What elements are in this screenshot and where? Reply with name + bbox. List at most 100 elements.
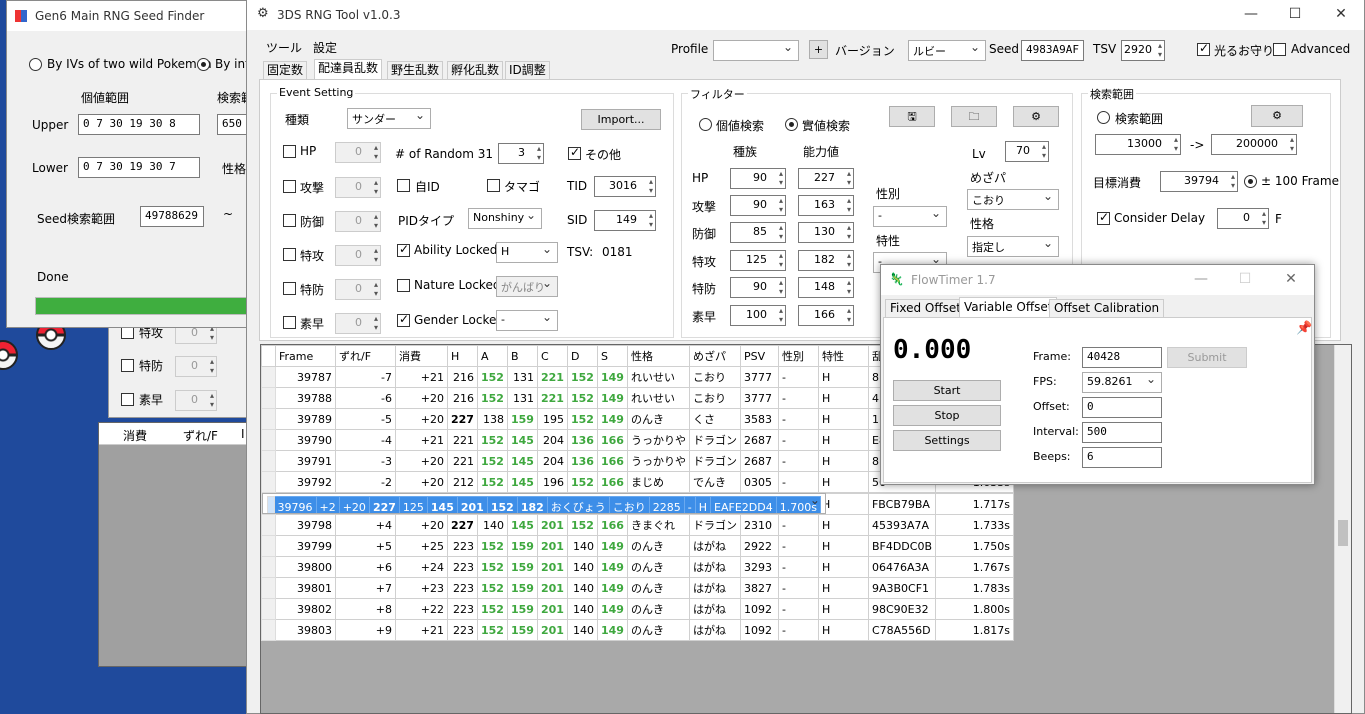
event-stat-checkbox[interactable] — [283, 282, 296, 295]
interval-input[interactable]: 500 — [1082, 422, 1162, 443]
tid-input[interactable]: 3016 — [594, 176, 656, 197]
table-row[interactable]: 39803 +9 +21 223 152 159 201 140 149 のんき はがね 1092- H… — [261, 619, 1015, 641]
event-stat-checkbox[interactable] — [283, 316, 296, 329]
nature-locked-checkbox[interactable] — [397, 279, 410, 292]
column-header[interactable]: 消費 — [395, 345, 448, 367]
table-row[interactable]: 39798 +4 +20 227 140 145 201 152 166 きまぐれ ドラゴン 2310… — [261, 514, 1015, 536]
event-stat-value[interactable]: 0 — [335, 313, 381, 334]
event-stat-value[interactable]: 0 — [335, 245, 381, 266]
pid-type-select[interactable]: Nonshiny — [468, 208, 542, 229]
tab-stationary[interactable]: 固定数 — [263, 61, 308, 80]
radio-plusminus[interactable] — [1244, 175, 1257, 188]
consider-delay-checkbox[interactable] — [1097, 210, 1110, 225]
ability-select[interactable]: H — [496, 242, 558, 263]
other-checkbox[interactable] — [568, 145, 581, 160]
checkbox-spdef[interactable] — [121, 359, 134, 372]
lv-input[interactable]: 70 — [1005, 141, 1049, 162]
flowtimer-tab-variable[interactable]: Variable Offset — [959, 297, 1058, 318]
event-stat-value[interactable]: 0 — [335, 177, 381, 198]
stop-button[interactable]: Stop — [893, 405, 1001, 426]
target-input[interactable]: 39794 — [1160, 171, 1238, 192]
search-settings-gear-icon[interactable]: ⚙ — [1251, 105, 1303, 127]
event-stat-value[interactable]: 0 — [335, 279, 381, 300]
column-header[interactable]: Frame — [275, 345, 336, 367]
start-button[interactable]: Start — [893, 380, 1001, 401]
advanced-checkbox[interactable] — [1273, 43, 1286, 56]
seed-range-input[interactable]: 49788629 — [140, 206, 204, 227]
filter-species-input[interactable]: 125 — [730, 250, 786, 271]
nature-select[interactable]: がんばり — [496, 276, 558, 297]
add-profile-button[interactable]: + — [809, 40, 828, 59]
sid-input[interactable]: 149 — [594, 210, 656, 231]
event-stat-value[interactable]: 0 — [335, 211, 381, 232]
radio-by-info[interactable] — [197, 58, 210, 71]
radio-iv-search[interactable] — [699, 118, 712, 131]
filter-species-input[interactable]: 90 — [730, 168, 786, 189]
gender-select[interactable]: - — [496, 310, 558, 331]
flowtimer-close-button[interactable]: ✕ — [1268, 265, 1314, 295]
flowtimer-tab-fixed[interactable]: Fixed Offset — [885, 299, 966, 318]
egg-checkbox[interactable] — [487, 179, 500, 192]
column-header[interactable]: A — [476, 345, 508, 367]
table-row[interactable]: 39796 +2 +20 227 125 145 201 152 182 おくびょう こおり 2285… — [261, 493, 826, 514]
vertical-scrollbar[interactable] — [1334, 345, 1351, 713]
tab-id[interactable]: ID調整 — [505, 61, 550, 80]
bg-spdef-value[interactable]: 0 — [175, 356, 217, 377]
table-row[interactable]: 39800 +6 +24 223 152 159 201 140 149 のんき はがね 3293- H… — [261, 556, 1015, 578]
profile-select[interactable] — [713, 40, 799, 61]
column-header[interactable]: D — [566, 345, 598, 367]
filter-species-input[interactable]: 85 — [730, 222, 786, 243]
fps-select[interactable]: 59.8261 — [1082, 372, 1162, 393]
offset-input[interactable]: 0 — [1082, 397, 1162, 418]
lower-iv-input[interactable]: 0 7 30 19 30 7 — [78, 157, 200, 178]
save-icon[interactable]: 🖫 — [889, 106, 935, 127]
nature-filter-select[interactable]: 指定し — [967, 236, 1059, 257]
filter-species-input[interactable]: 90 — [730, 195, 786, 216]
range-from-input[interactable]: 13000 — [1095, 134, 1181, 155]
table-row[interactable]: 39801 +7 +23 223 152 159 201 140 149 のんき はがね 3827- H… — [261, 577, 1015, 599]
filter-settings-gear-icon[interactable]: ⚙ — [1013, 106, 1059, 127]
filter-stat-input[interactable]: 227 — [798, 168, 854, 189]
column-header[interactable]: S — [596, 345, 628, 367]
filter-stat-input[interactable]: 130 — [798, 222, 854, 243]
frame-input[interactable]: 40428 — [1082, 347, 1162, 368]
filter-stat-input[interactable]: 166 — [798, 305, 854, 326]
event-stat-checkbox[interactable] — [283, 145, 296, 158]
column-header[interactable]: B — [506, 345, 538, 367]
gender-filter-select[interactable]: - — [873, 206, 947, 227]
minimize-button[interactable]: — — [1228, 0, 1274, 30]
hidden-power-select[interactable]: こおり — [967, 189, 1059, 210]
event-stat-checkbox[interactable] — [283, 214, 296, 227]
import-button[interactable]: Import... — [581, 109, 661, 130]
self-id-checkbox[interactable] — [397, 179, 410, 192]
flowtimer-minimize-button[interactable]: — — [1178, 265, 1224, 295]
checkbox-speed[interactable] — [121, 393, 134, 406]
tsv-input[interactable]: 2920 — [1121, 40, 1165, 61]
column-header[interactable]: H — [447, 345, 478, 367]
column-header[interactable]: 特性 — [817, 345, 869, 367]
seed-input[interactable]: 4983A9AF — [1021, 40, 1084, 61]
table-row[interactable]: 39799 +5 +25 223 152 159 201 140 149 のんき はがね 2922- H… — [261, 535, 1015, 557]
beeps-input[interactable]: 6 — [1082, 447, 1162, 468]
filter-stat-input[interactable]: 163 — [798, 195, 854, 216]
menu-tools[interactable]: ツール — [266, 39, 302, 56]
flowtimer-tab-calibration[interactable]: Offset Calibration — [1049, 299, 1165, 318]
close-button[interactable]: ✕ — [1318, 0, 1364, 30]
pin-icon[interactable]: 📌 — [1296, 321, 1312, 336]
maximize-button[interactable]: ☐ — [1272, 0, 1318, 30]
event-stat-checkbox[interactable] — [283, 180, 296, 193]
column-header[interactable]: めざパ — [688, 345, 741, 367]
tab-egg[interactable]: 孵化乱数 — [447, 61, 504, 80]
filter-stat-input[interactable]: 182 — [798, 250, 854, 271]
species-select[interactable]: サンダー — [347, 108, 431, 129]
filter-species-input[interactable]: 100 — [730, 305, 786, 326]
column-header[interactable]: PSV — [739, 345, 779, 367]
folder-icon[interactable]: 🗀 — [951, 106, 997, 127]
column-header[interactable]: ずれ/F — [335, 345, 396, 367]
tab-wild[interactable]: 野生乱数 — [387, 61, 444, 80]
flowtimer-maximize-button[interactable]: ☐ — [1222, 265, 1268, 295]
radio-stat-search[interactable] — [785, 118, 798, 131]
shiny-charm-checkbox[interactable] — [1197, 41, 1210, 56]
event-stat-checkbox[interactable] — [283, 248, 296, 261]
radio-ivs-two-wild[interactable] — [29, 58, 42, 71]
